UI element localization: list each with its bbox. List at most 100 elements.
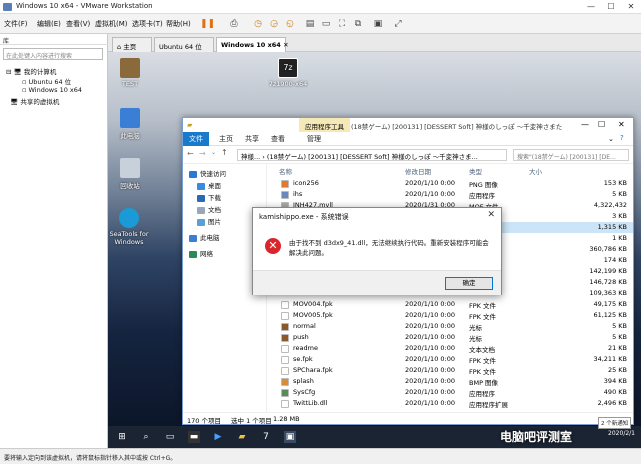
- send-keys-icon[interactable]: ⎙: [228, 18, 240, 30]
- taskbar-explorer-icon[interactable]: ▰: [236, 431, 248, 443]
- taskbar-game-icon[interactable]: ▣: [284, 431, 296, 443]
- snapshot-manager-icon[interactable]: ◵: [284, 18, 296, 30]
- ribbon-tab-manage[interactable]: 管理: [307, 134, 321, 144]
- revert-snapshot-icon[interactable]: ◶: [268, 18, 280, 30]
- file-row[interactable]: MOV005.fpk 2020/1/10 0:00 FPK 文件 61,125 KB: [269, 310, 633, 321]
- file-row[interactable]: push 2020/1/10 0:00 光标 5 KB: [269, 332, 633, 343]
- tree-vm-windows[interactable]: ▫ Windows 10 x64: [22, 86, 82, 94]
- nav-downloads[interactable]: 下载: [197, 192, 221, 202]
- nav-desktop[interactable]: 桌面: [197, 180, 221, 190]
- file-row[interactable]: normal 2020/1/10 0:00 光标 5 KB: [269, 321, 633, 332]
- ribbon-expand-icon[interactable]: ⌄: [608, 135, 614, 143]
- column-size[interactable]: 大小: [529, 166, 542, 176]
- explorer-minimize-button[interactable]: —: [581, 120, 589, 129]
- file-row[interactable]: splash 2020/1/10 0:00 BMP 图像 394 KB: [269, 376, 633, 387]
- column-date[interactable]: 修改日期: [405, 166, 431, 176]
- help-icon[interactable]: ?: [620, 134, 624, 142]
- file-date: 2020/1/10 0:00: [405, 399, 455, 407]
- column-name[interactable]: 名称: [279, 166, 292, 176]
- recycle-bin-icon: [120, 158, 140, 178]
- vmware-app-icon: [3, 3, 12, 11]
- nav-this-pc[interactable]: 此电脑: [189, 232, 220, 242]
- taskbar-7zip-icon[interactable]: 7: [260, 431, 272, 443]
- snapshot-icon[interactable]: ◷: [252, 18, 264, 30]
- file-date: 2020/1/10 0:00: [405, 322, 455, 330]
- explorer-search-input[interactable]: 搜索"(18禁ゲーム) [200131] [DE...: [513, 149, 629, 161]
- tab-home[interactable]: ⌂ 主页: [112, 37, 152, 52]
- dialog-close-button[interactable]: ✕: [487, 210, 495, 220]
- unity-icon[interactable]: ⧉: [352, 18, 364, 30]
- recent-dropdown-icon[interactable]: ⌄: [211, 149, 216, 156]
- file-type-icon: [281, 389, 289, 397]
- forward-icon[interactable]: →: [199, 149, 206, 158]
- tab-ubuntu[interactable]: Ubuntu 64 位: [154, 37, 214, 52]
- library-search-input[interactable]: 在此处键入内容进行搜索: [3, 48, 103, 60]
- console-icon[interactable]: ▣: [372, 18, 384, 30]
- column-type[interactable]: 类型: [469, 166, 482, 176]
- pause-icon[interactable]: ❚❚: [200, 18, 215, 30]
- ribbon-tab-view[interactable]: 查看: [271, 134, 285, 144]
- menu-edit[interactable]: 编辑(E): [37, 19, 61, 29]
- stretch-icon[interactable]: ⤢: [392, 18, 404, 30]
- file-row[interactable]: icon256 2020/1/10 0:00 PNG 图像 153 KB: [269, 178, 633, 189]
- back-icon[interactable]: ←: [187, 149, 194, 158]
- library-view-icon[interactable]: ▤: [304, 18, 316, 30]
- ribbon-tab-file[interactable]: 文件: [183, 132, 209, 146]
- file-size: 3 KB: [612, 212, 627, 220]
- tree-vm-ubuntu[interactable]: ▫ Ubuntu 64 位: [22, 76, 71, 86]
- nav-quick-access[interactable]: 快速访问: [189, 168, 226, 178]
- file-size: 490 KB: [603, 388, 627, 396]
- nav-network[interactable]: 网络: [189, 248, 213, 258]
- tab-windows10[interactable]: Windows 10 x64 ✕: [216, 37, 289, 52]
- taskbar-powershell-icon[interactable]: ▶: [212, 431, 224, 443]
- file-row[interactable]: SPChara.fpk 2020/1/10 0:00 FPK 文件 25 KB: [269, 365, 633, 376]
- desktop-icon-recycle-bin[interactable]: 回收站: [110, 158, 150, 190]
- up-icon[interactable]: ↑: [221, 148, 228, 157]
- menu-view[interactable]: 查看(V): [66, 19, 90, 29]
- explorer-maximize-button[interactable]: ☐: [598, 120, 605, 129]
- error-dialog: kamishippo.exe - 系统错误 ✕ ✕ 由于找不到 d3dx9_41…: [252, 207, 502, 295]
- desktop-icon-seatools[interactable]: SeaTools for Windows: [108, 208, 150, 246]
- search-icon[interactable]: ⌕: [140, 431, 152, 443]
- nav-documents[interactable]: 文档: [197, 204, 221, 214]
- file-type: 应用程序扩展: [469, 401, 508, 409]
- ribbon-tab-share[interactable]: 共享: [245, 134, 259, 144]
- menu-file[interactable]: 文件(F): [4, 19, 28, 29]
- desktop-icon-test[interactable]: TEST: [110, 58, 150, 88]
- file-date: 2020/1/10 0:00: [405, 377, 455, 385]
- file-row[interactable]: TwittLib.dll 2020/1/10 0:00 应用程序扩展 2,496 KB: [269, 398, 633, 409]
- close-button[interactable]: ✕: [621, 0, 641, 14]
- thumbnail-icon[interactable]: ▭: [320, 18, 332, 30]
- title-bar: Windows 10 x64 - VMware Workstation — ☐ …: [0, 0, 641, 14]
- taskbar-app-icon[interactable]: ▬: [188, 431, 200, 443]
- desktop-icon-this-pc[interactable]: 此电脑: [110, 108, 150, 140]
- address-bar[interactable]: 神様... › (18禁ゲーム) [200131] [DESSERT Soft]…: [237, 149, 507, 161]
- desktop-icon-seatools-label: SeaTools for Windows: [109, 230, 149, 246]
- file-row[interactable]: ihs 2020/1/10 0:00 应用程序 5 KB: [269, 189, 633, 200]
- dialog-footer: 确定: [253, 270, 501, 295]
- tree-shared-vms[interactable]: 🖥 共享的虚拟机: [10, 96, 59, 106]
- task-view-icon[interactable]: ▭: [164, 431, 176, 443]
- nav-pictures-label: 图片: [208, 218, 221, 226]
- notification-badge[interactable]: 2 个新通知: [598, 417, 632, 429]
- ok-button[interactable]: 确定: [445, 277, 493, 290]
- start-icon[interactable]: ⊞: [116, 431, 128, 443]
- file-row[interactable]: MOV004.fpk 2020/1/10 0:00 FPK 文件 49,175 KB: [269, 299, 633, 310]
- ribbon-tab-home[interactable]: 主页: [219, 134, 233, 144]
- minimize-button[interactable]: —: [581, 0, 601, 14]
- desktop-icon-7zip[interactable]: 7z 7z1900-x64: [268, 58, 308, 88]
- menu-vm[interactable]: 虚拟机(M): [95, 19, 128, 29]
- tree-my-computer[interactable]: ⊟ 🖥 我的计算机: [6, 66, 56, 76]
- fullscreen-icon[interactable]: ⛶: [336, 18, 348, 30]
- file-row[interactable]: readme 2020/1/10 0:00 文本文档 21 KB: [269, 343, 633, 354]
- menu-tabs[interactable]: 选项卡(T): [132, 19, 163, 29]
- explorer-close-button[interactable]: ✕: [618, 120, 625, 129]
- maximize-button[interactable]: ☐: [601, 0, 621, 14]
- tab-home-label: 主页: [123, 43, 137, 51]
- context-tab-app-tools[interactable]: 应用程序工具: [299, 118, 350, 132]
- menu-help[interactable]: 帮助(H): [166, 19, 191, 29]
- nav-pictures[interactable]: 图片: [197, 216, 221, 226]
- file-size: 394 KB: [603, 377, 627, 385]
- file-row[interactable]: SysCfg 2020/1/10 0:00 应用程序 490 KB: [269, 387, 633, 398]
- file-row[interactable]: se.fpk 2020/1/10 0:00 FPK 文件 34,211 KB: [269, 354, 633, 365]
